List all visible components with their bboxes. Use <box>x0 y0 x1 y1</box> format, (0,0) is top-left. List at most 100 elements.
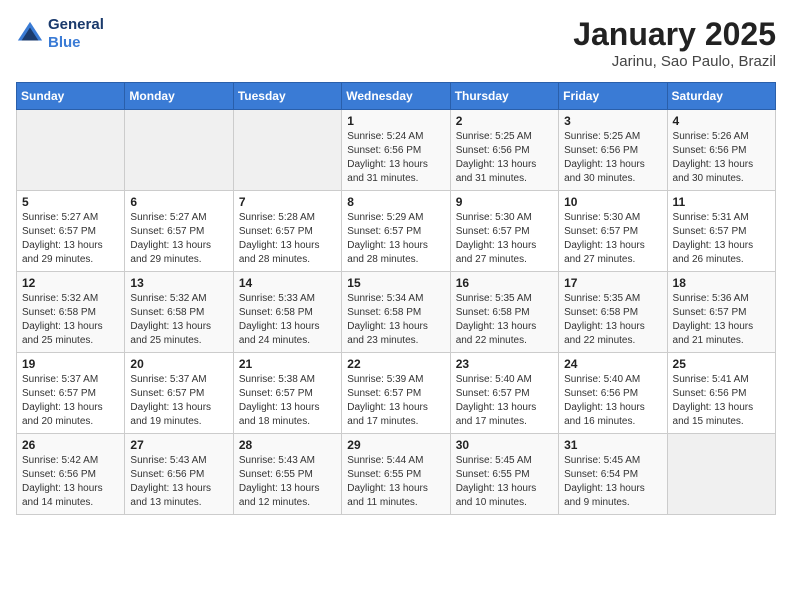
calendar-cell: 30Sunrise: 5:45 AM Sunset: 6:55 PM Dayli… <box>450 434 558 515</box>
day-detail: Sunrise: 5:35 AM Sunset: 6:58 PM Dayligh… <box>564 292 661 348</box>
logo: General Blue <box>16 16 104 52</box>
title-block: January 2025 Jarinu, Sao Paulo, Brazil <box>573 16 776 70</box>
weekday-row: SundayMondayTuesdayWednesdayThursdayFrid… <box>17 83 776 110</box>
day-detail: Sunrise: 5:34 AM Sunset: 6:58 PM Dayligh… <box>347 292 444 348</box>
calendar-cell: 29 Sunrise: 5:44 AM Sunset: 6:55 PM Dayli… <box>342 434 450 515</box>
day-number: 13 <box>130 276 227 290</box>
calendar-cell: 11 Sunrise: 5:31 AM Sunset: 6:57 PM Dayli… <box>667 191 775 272</box>
day-detail: Sunrise: 5:29 AM Sunset: 6:57 PM Dayligh… <box>347 211 444 267</box>
day-detail: Sunrise: 5:39 AM Sunset: 6:57 PM Dayligh… <box>347 373 444 429</box>
day-number: 30 <box>456 438 553 452</box>
day-number: 16 <box>456 276 553 290</box>
day-detail: Sunrise: 5:40 AM Sunset: 6:56 PM Dayligh… <box>564 373 661 429</box>
calendar-cell: 21 Sunrise: 5:38 AM Sunset: 6:57 PM Dayli… <box>233 353 341 434</box>
calendar-cell: 15 Sunrise: 5:34 AM Sunset: 6:58 PM Dayli… <box>342 272 450 353</box>
day-detail: Sunrise: 5:27 AM Sunset: 6:57 PM Dayligh… <box>22 211 119 267</box>
day-number: 20 <box>130 357 227 371</box>
calendar-cell: 31 Sunrise: 5:45 AM Sunset: 6:54 PM Dayli… <box>559 434 667 515</box>
day-number: 8 <box>347 195 444 209</box>
day-detail: Sunrise: 5:25 AM Sunset: 6:56 PM Dayligh… <box>456 130 553 186</box>
day-number: 27 <box>130 438 227 452</box>
day-detail: Sunrise: 5:38 AM Sunset: 6:57 PM Dayligh… <box>239 373 336 429</box>
day-detail: Sunrise: 5:45 AM Sunset: 6:54 PM Dayligh… <box>564 454 661 510</box>
calendar-cell: 25 Sunrise: 5:41 AM Sunset: 6:56 PM Dayli… <box>667 353 775 434</box>
logo-icon <box>16 20 44 48</box>
day-number: 18 <box>673 276 770 290</box>
day-detail: Sunrise: 5:40 AM Sunset: 6:57 PM Dayligh… <box>456 373 553 429</box>
calendar-cell: 19Sunrise: 5:37 AM Sunset: 6:57 PM Dayli… <box>17 353 125 434</box>
day-number: 14 <box>239 276 336 290</box>
day-detail: Sunrise: 5:30 AM Sunset: 6:57 PM Dayligh… <box>456 211 553 267</box>
day-detail: Sunrise: 5:44 AM Sunset: 6:55 PM Dayligh… <box>347 454 444 510</box>
logo-text-general: General <box>48 16 104 34</box>
day-number: 21 <box>239 357 336 371</box>
day-number: 4 <box>673 114 770 128</box>
calendar-cell: 2 Sunrise: 5:25 AM Sunset: 6:56 PM Daylig… <box>450 110 558 191</box>
day-detail: Sunrise: 5:24 AM Sunset: 6:56 PM Dayligh… <box>347 130 444 186</box>
day-detail: Sunrise: 5:28 AM Sunset: 6:57 PM Dayligh… <box>239 211 336 267</box>
calendar-cell: 13 Sunrise: 5:32 AM Sunset: 6:58 PM Dayli… <box>125 272 233 353</box>
calendar-cell: 7 Sunrise: 5:28 AM Sunset: 6:57 PM Daylig… <box>233 191 341 272</box>
weekday-header-monday: Monday <box>125 83 233 110</box>
day-detail: Sunrise: 5:36 AM Sunset: 6:57 PM Dayligh… <box>673 292 770 348</box>
day-number: 2 <box>456 114 553 128</box>
day-detail: Sunrise: 5:26 AM Sunset: 6:56 PM Dayligh… <box>673 130 770 186</box>
day-number: 7 <box>239 195 336 209</box>
calendar-cell: 1 Sunrise: 5:24 AM Sunset: 6:56 PM Daylig… <box>342 110 450 191</box>
calendar-header: SundayMondayTuesdayWednesdayThursdayFrid… <box>17 83 776 110</box>
day-detail: Sunrise: 5:42 AM Sunset: 6:56 PM Dayligh… <box>22 454 119 510</box>
day-number: 15 <box>347 276 444 290</box>
calendar-cell: 20Sunrise: 5:37 AM Sunset: 6:57 PM Dayli… <box>125 353 233 434</box>
weekday-header-saturday: Saturday <box>667 83 775 110</box>
day-number: 28 <box>239 438 336 452</box>
logo-text-blue: Blue <box>48 34 104 52</box>
weekday-header-friday: Friday <box>559 83 667 110</box>
day-number: 1 <box>347 114 444 128</box>
calendar-week-1: 1 Sunrise: 5:24 AM Sunset: 6:56 PM Daylig… <box>17 110 776 191</box>
day-number: 5 <box>22 195 119 209</box>
day-number: 12 <box>22 276 119 290</box>
calendar-cell: 8 Sunrise: 5:29 AM Sunset: 6:57 PM Daylig… <box>342 191 450 272</box>
calendar-cell: 5 Sunrise: 5:27 AM Sunset: 6:57 PM Daylig… <box>17 191 125 272</box>
day-number: 23 <box>456 357 553 371</box>
calendar-cell: 10 Sunrise: 5:30 AM Sunset: 6:57 PM Dayli… <box>559 191 667 272</box>
day-detail: Sunrise: 5:33 AM Sunset: 6:58 PM Dayligh… <box>239 292 336 348</box>
day-detail: Sunrise: 5:31 AM Sunset: 6:57 PM Dayligh… <box>673 211 770 267</box>
day-number: 11 <box>673 195 770 209</box>
calendar-week-4: 19Sunrise: 5:37 AM Sunset: 6:57 PM Dayli… <box>17 353 776 434</box>
day-detail: Sunrise: 5:41 AM Sunset: 6:56 PM Dayligh… <box>673 373 770 429</box>
day-number: 24 <box>564 357 661 371</box>
calendar-cell: 4 Sunrise: 5:26 AM Sunset: 6:56 PM Daylig… <box>667 110 775 191</box>
day-detail: Sunrise: 5:27 AM Sunset: 6:57 PM Dayligh… <box>130 211 227 267</box>
day-number: 31 <box>564 438 661 452</box>
calendar-cell <box>17 110 125 191</box>
day-number: 6 <box>130 195 227 209</box>
calendar-cell: 9Sunrise: 5:30 AM Sunset: 6:57 PM Daylig… <box>450 191 558 272</box>
calendar-cell: 27 Sunrise: 5:43 AM Sunset: 6:56 PM Dayli… <box>125 434 233 515</box>
calendar-cell: 6 Sunrise: 5:27 AM Sunset: 6:57 PM Daylig… <box>125 191 233 272</box>
day-number: 25 <box>673 357 770 371</box>
calendar-table: SundayMondayTuesdayWednesdayThursdayFrid… <box>16 82 776 515</box>
calendar-cell: 23 Sunrise: 5:40 AM Sunset: 6:57 PM Dayli… <box>450 353 558 434</box>
page-header: General Blue January 2025 Jarinu, Sao Pa… <box>16 16 776 70</box>
day-number: 10 <box>564 195 661 209</box>
location: Jarinu, Sao Paulo, Brazil <box>573 53 776 70</box>
calendar-cell: 14 Sunrise: 5:33 AM Sunset: 6:58 PM Dayli… <box>233 272 341 353</box>
calendar-cell: 22Sunrise: 5:39 AM Sunset: 6:57 PM Dayli… <box>342 353 450 434</box>
calendar-cell <box>667 434 775 515</box>
day-number: 26 <box>22 438 119 452</box>
weekday-header-sunday: Sunday <box>17 83 125 110</box>
day-detail: Sunrise: 5:35 AM Sunset: 6:58 PM Dayligh… <box>456 292 553 348</box>
day-detail: Sunrise: 5:32 AM Sunset: 6:58 PM Dayligh… <box>130 292 227 348</box>
day-number: 3 <box>564 114 661 128</box>
day-detail: Sunrise: 5:25 AM Sunset: 6:56 PM Dayligh… <box>564 130 661 186</box>
weekday-header-thursday: Thursday <box>450 83 558 110</box>
day-detail: Sunrise: 5:30 AM Sunset: 6:57 PM Dayligh… <box>564 211 661 267</box>
day-number: 29 <box>347 438 444 452</box>
weekday-header-tuesday: Tuesday <box>233 83 341 110</box>
calendar-cell: 28Sunrise: 5:43 AM Sunset: 6:55 PM Dayli… <box>233 434 341 515</box>
calendar-cell: 18 Sunrise: 5:36 AM Sunset: 6:57 PM Dayli… <box>667 272 775 353</box>
day-detail: Sunrise: 5:37 AM Sunset: 6:57 PM Dayligh… <box>22 373 119 429</box>
day-detail: Sunrise: 5:43 AM Sunset: 6:56 PM Dayligh… <box>130 454 227 510</box>
day-number: 17 <box>564 276 661 290</box>
